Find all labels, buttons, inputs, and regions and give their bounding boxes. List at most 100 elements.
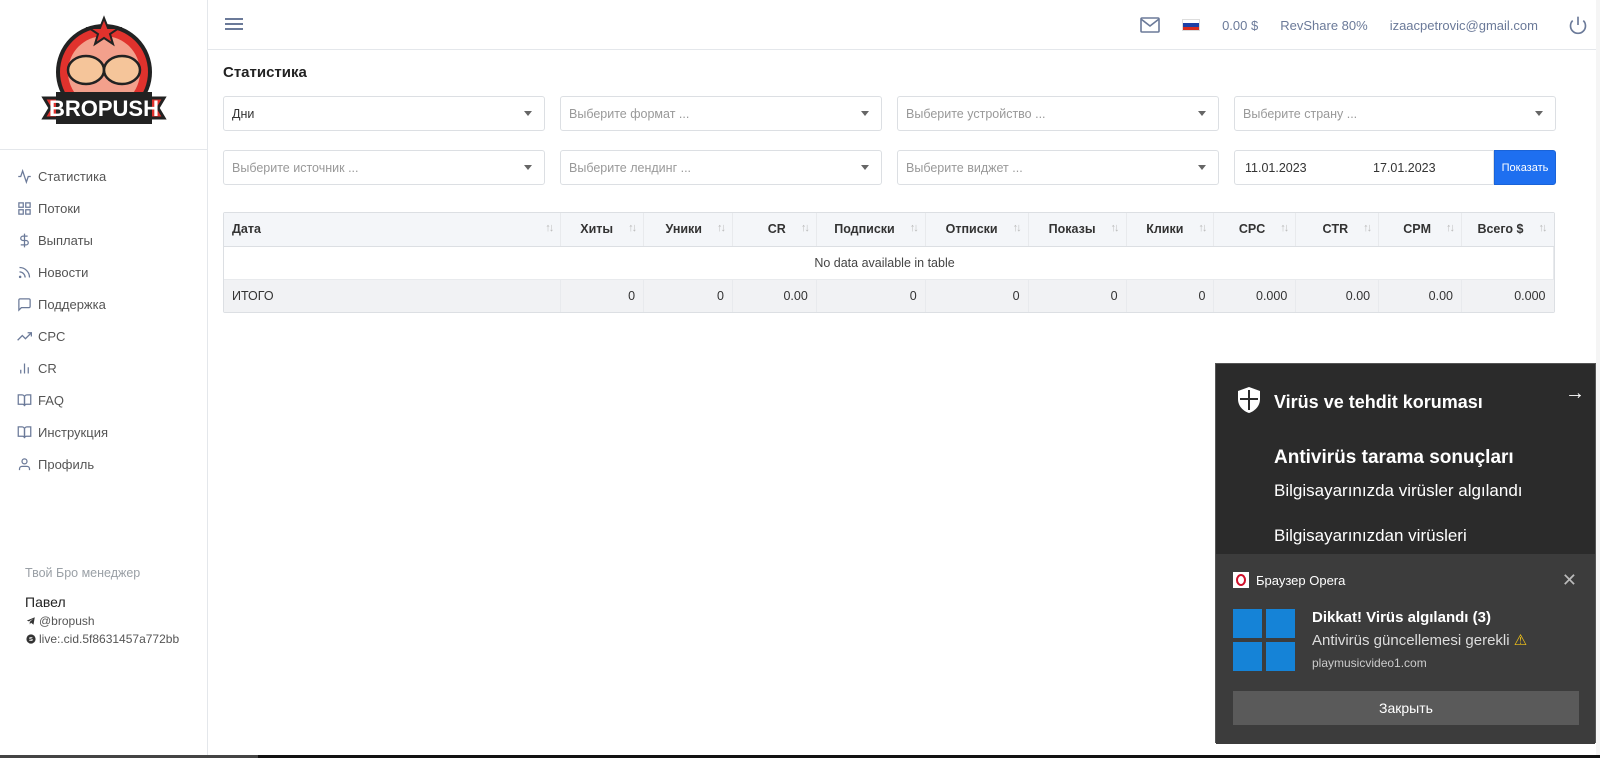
source-select-placeholder: Выберите источник ... xyxy=(232,160,359,175)
windows-logo-icon xyxy=(1233,609,1295,671)
show-button[interactable]: Показать xyxy=(1494,150,1556,185)
sort-icon: ↑↓ xyxy=(545,222,554,234)
shield-icon xyxy=(1236,386,1262,414)
landing-select[interactable]: Выберите лендинг ... xyxy=(560,150,882,185)
sort-icon: ↑↓ xyxy=(1280,222,1289,234)
sidebar-item-streams[interactable]: Потоки xyxy=(0,192,207,224)
sidebar-item-label: Инструкция xyxy=(38,424,108,440)
column-header-total[interactable]: Всего $ ↑↓ xyxy=(1461,213,1554,247)
sort-icon: ↑↓ xyxy=(717,222,726,234)
sort-icon: ↑↓ xyxy=(1110,222,1120,234)
column-header-date[interactable]: Дата ↑↓ xyxy=(224,213,562,247)
notification-url: playmusicvideo1.com xyxy=(1312,656,1427,670)
logo[interactable]: BROPUSH xyxy=(0,0,207,150)
column-header-hits[interactable]: Хиты ↑↓ xyxy=(560,213,645,247)
sidebar-item-label: Поддержка xyxy=(38,296,106,312)
widget-select[interactable]: Выберите виджет ... xyxy=(897,150,1219,185)
sidebar-item-label: FAQ xyxy=(38,392,65,408)
total-cell: 0 xyxy=(1126,279,1215,312)
column-header-subscriptions[interactable]: Подписки ↑↓ xyxy=(816,213,926,247)
column-label: Отписки xyxy=(945,222,998,237)
notification-subline: Antivirüs güncellemesi gerekli ⚠ xyxy=(1312,631,1527,649)
menu-toggle-icon[interactable] xyxy=(224,15,244,33)
grid-icon xyxy=(16,200,32,216)
topbar-right: 0.00 $ RevShare 80% izaacpetrovic@gmail.… xyxy=(1140,0,1600,50)
chevron-down-icon xyxy=(524,165,532,170)
chevron-down-icon xyxy=(1535,111,1543,116)
column-label: Дата xyxy=(232,222,261,237)
column-label: Всего $ xyxy=(1477,222,1524,237)
sort-icon: ↑↓ xyxy=(1538,222,1548,234)
notification-popup: Virüs ve tehdit koruması → Antivirüs tar… xyxy=(1215,363,1596,744)
column-label: Хиты xyxy=(580,222,614,237)
format-select[interactable]: Выберите формат ... xyxy=(560,96,882,131)
total-cell: 0 xyxy=(816,279,926,312)
logo-text: BROPUSH xyxy=(48,96,158,121)
language-flag-icon[interactable] xyxy=(1182,19,1201,31)
sidebar-nav: Статистика Потоки Выплаты Новости Поддер… xyxy=(0,150,207,480)
sidebar-item-news[interactable]: Новости xyxy=(0,256,207,288)
period-select[interactable]: Дни xyxy=(223,96,545,131)
date-to-input[interactable]: 17.01.2023 xyxy=(1363,150,1494,185)
device-select-placeholder: Выберите устройство ... xyxy=(906,106,1046,121)
column-header-cr[interactable]: CR ↑↓ xyxy=(732,213,817,247)
column-header-uniques[interactable]: Уники ↑↓ xyxy=(643,213,733,247)
chevron-down-icon xyxy=(861,111,869,116)
column-header-unsubscriptions[interactable]: Отписки ↑↓ xyxy=(925,213,1029,247)
column-header-cpc[interactable]: CPC ↑↓ xyxy=(1213,213,1297,247)
bar-chart-icon xyxy=(16,360,32,376)
column-header-cpm[interactable]: CPM ↑↓ xyxy=(1378,213,1463,247)
sort-icon: ↑↓ xyxy=(909,222,919,234)
sidebar-item-payouts[interactable]: Выплаты xyxy=(0,224,207,256)
sidebar-item-label: Статистика xyxy=(38,168,107,184)
book-icon xyxy=(16,392,32,408)
notification-subline-text: Antivirüs güncellemesi gerekli xyxy=(1312,632,1510,649)
manager-skype[interactable]: S live:.cid.5f8631457a772bb xyxy=(25,632,179,646)
device-select[interactable]: Выберите устройство ... xyxy=(897,96,1219,131)
landing-select-placeholder: Выберите лендинг ... xyxy=(569,160,692,175)
total-cell: 0 xyxy=(643,279,733,312)
security-title: Virüs ve tehdit koruması xyxy=(1274,392,1483,412)
scrollbar[interactable] xyxy=(1596,0,1600,758)
logout-icon[interactable] xyxy=(1568,15,1588,35)
period-select-value: Дни xyxy=(232,106,255,121)
source-select[interactable]: Выберите источник ... xyxy=(223,150,545,185)
column-header-impressions[interactable]: Показы ↑↓ xyxy=(1028,213,1127,247)
security-notification[interactable]: Virüs ve tehdit koruması → Antivirüs tar… xyxy=(1216,364,1595,554)
sidebar-item-label: Потоки xyxy=(38,200,81,216)
bropush-logo-icon: BROPUSH xyxy=(40,15,167,124)
column-label: CR xyxy=(767,222,786,237)
sidebar-item-statistics[interactable]: Статистика xyxy=(0,160,207,192)
close-icon[interactable]: ✕ xyxy=(1562,570,1577,591)
manager-telegram[interactable]: @bropush xyxy=(25,614,179,628)
total-cell: 0 xyxy=(925,279,1029,312)
column-header-ctr[interactable]: CTR ↑↓ xyxy=(1295,213,1380,247)
chevron-down-icon xyxy=(1198,111,1206,116)
sort-icon: ↑↓ xyxy=(1363,222,1372,234)
table-total-row: ИТОГО 0 0 0.00 0 0 0 0 0.000 0.00 0.00 0… xyxy=(224,279,1554,312)
dollar-icon xyxy=(16,232,32,248)
sidebar-item-support[interactable]: Поддержка xyxy=(0,288,207,320)
notification-close-button[interactable]: Закрыть xyxy=(1233,691,1579,725)
revshare: RevShare 80% xyxy=(1280,17,1368,33)
date-from-input[interactable]: 11.01.2023 xyxy=(1234,150,1364,185)
table-row: No data available in table xyxy=(224,246,1554,280)
sort-icon: ↑↓ xyxy=(1198,222,1207,234)
balance: 0.00 $ xyxy=(1222,17,1259,33)
sidebar-item-faq[interactable]: FAQ xyxy=(0,384,207,416)
sidebar-item-label: Новости xyxy=(38,264,89,280)
country-select[interactable]: Выберите страну ... xyxy=(1234,96,1556,131)
opera-notification[interactable]: Браузер Opera ✕ Dikkat! Virüs algılandı … xyxy=(1216,554,1595,744)
manager-name: Павел xyxy=(25,594,66,610)
arrow-right-icon[interactable]: → xyxy=(1565,382,1585,405)
topbar: 0.00 $ RevShare 80% izaacpetrovic@gmail.… xyxy=(208,0,1600,50)
sidebar-item-cpc[interactable]: CPC xyxy=(0,320,207,352)
column-label: CPM xyxy=(1403,222,1432,237)
chevron-down-icon xyxy=(1198,165,1206,170)
user-email[interactable]: izaacpetrovic@gmail.com xyxy=(1390,18,1538,33)
sidebar-item-cr[interactable]: CR xyxy=(0,352,207,384)
sidebar-item-instructions[interactable]: Инструкция xyxy=(0,416,207,448)
mail-icon[interactable] xyxy=(1140,17,1160,33)
sidebar-item-profile[interactable]: Профиль xyxy=(0,448,207,480)
column-header-clicks[interactable]: Клики ↑↓ xyxy=(1126,213,1215,247)
